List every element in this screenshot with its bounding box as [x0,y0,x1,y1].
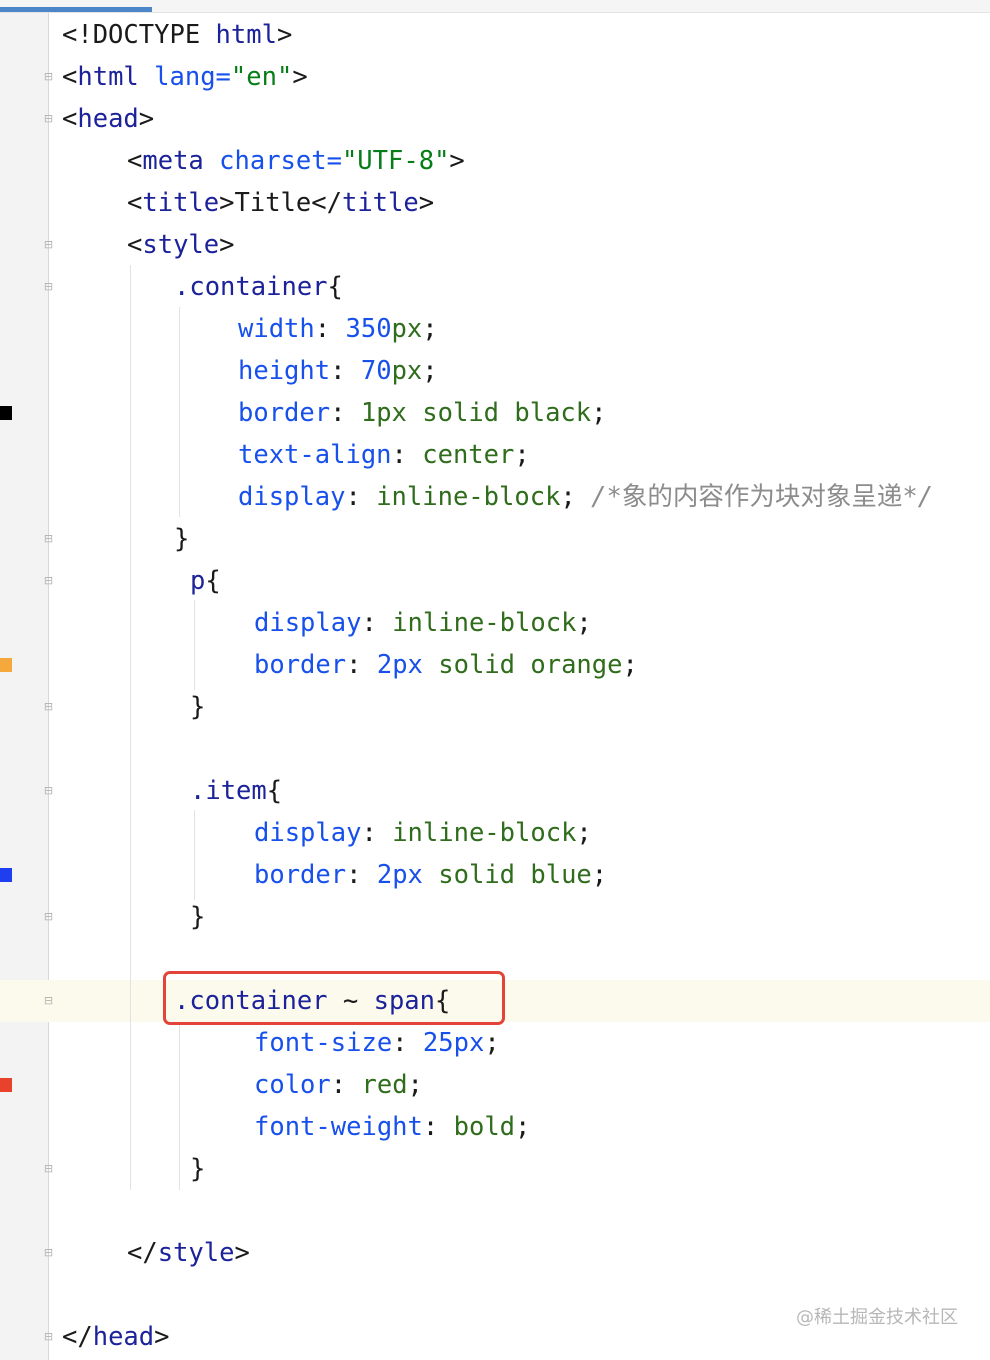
fold-marker-icon[interactable]: ⊟ [42,238,55,251]
color-swatch-orange[interactable] [0,658,12,672]
indent-guide [179,1022,180,1190]
code-line-style-close[interactable]: </style> [127,1232,250,1274]
gutter-divider [48,13,49,1360]
fold-end-marker-icon[interactable]: ⊟ [42,1162,55,1175]
fold-marker-icon[interactable]: ⊟ [42,280,55,293]
code-line-width[interactable]: width: 350px; [238,308,438,350]
indent-guide [194,600,195,690]
active-tab-indicator[interactable] [0,7,152,12]
code-line-item-selector[interactable]: .item{ [190,770,282,812]
code-line-item-display[interactable]: display: inline-block; [254,812,592,854]
fold-marker-icon[interactable]: ⊟ [42,784,55,797]
code-line-p-display[interactable]: display: inline-block; [254,602,592,644]
code-line-font-size[interactable]: font-size: 25px; [254,1022,500,1064]
code-line-color-red[interactable]: color: red; [254,1064,423,1106]
indent-guide [179,307,180,517]
fold-end-marker-icon[interactable]: ⊟ [42,910,55,923]
fold-end-marker-icon[interactable]: ⊟ [42,700,55,713]
code-line-close-brace[interactable]: } [190,686,205,728]
code-line-border-black[interactable]: border: 1px solid black; [238,392,607,434]
fold-marker-icon[interactable]: ⊟ [42,70,55,83]
code-line-style-open[interactable]: <style> [127,224,234,266]
color-swatch-black[interactable] [0,406,12,420]
indent-guide [130,265,131,1190]
code-line-text-align[interactable]: text-align: center; [238,434,530,476]
fold-marker-icon[interactable]: ⊟ [42,994,55,1007]
code-line-p-selector[interactable]: p{ [190,560,221,602]
code-line-display-comment[interactable]: display: inline-block; /*象的内容作为块对象呈递*/ [238,476,933,518]
code-line-close-brace[interactable]: } [174,518,189,560]
fold-end-marker-icon[interactable]: ⊟ [42,1246,55,1259]
editor-tab-bar [0,0,990,13]
code-line-close-brace[interactable]: } [190,896,205,938]
code-line-head-open[interactable]: <head> [62,98,154,140]
fold-end-marker-icon[interactable]: ⊟ [42,1330,55,1343]
color-swatch-blue[interactable] [0,868,12,882]
code-line-border-orange[interactable]: border: 2px solid orange; [254,644,638,686]
code-line-meta[interactable]: <meta charset="UTF-8"> [127,140,465,182]
selector-highlight-box [163,971,505,1025]
fold-marker-icon[interactable]: ⊟ [42,574,55,587]
fold-marker-icon[interactable]: ⊟ [42,112,55,125]
code-line-height[interactable]: height: 70px; [238,350,438,392]
code-line-close-brace[interactable]: } [190,1148,205,1190]
code-line-font-weight[interactable]: font-weight: bold; [254,1106,530,1148]
editor-gutter [0,13,48,1360]
color-swatch-red[interactable] [0,1078,12,1092]
fold-end-marker-icon[interactable]: ⊟ [42,532,55,545]
code-line-html-open[interactable]: <html lang="en"> [62,56,308,98]
code-line-doctype[interactable]: <!DOCTYPE html> [62,14,292,56]
code-line-head-close[interactable]: </head> [62,1316,170,1358]
watermark: @稀土掘金技术社区 [796,1307,958,1328]
indent-guide [194,810,195,900]
code-line-title[interactable]: <title>Title</title> [127,182,434,224]
code-line-container-selector[interactable]: .container{ [174,266,343,308]
code-line-border-blue[interactable]: border: 2px solid blue; [254,854,607,896]
